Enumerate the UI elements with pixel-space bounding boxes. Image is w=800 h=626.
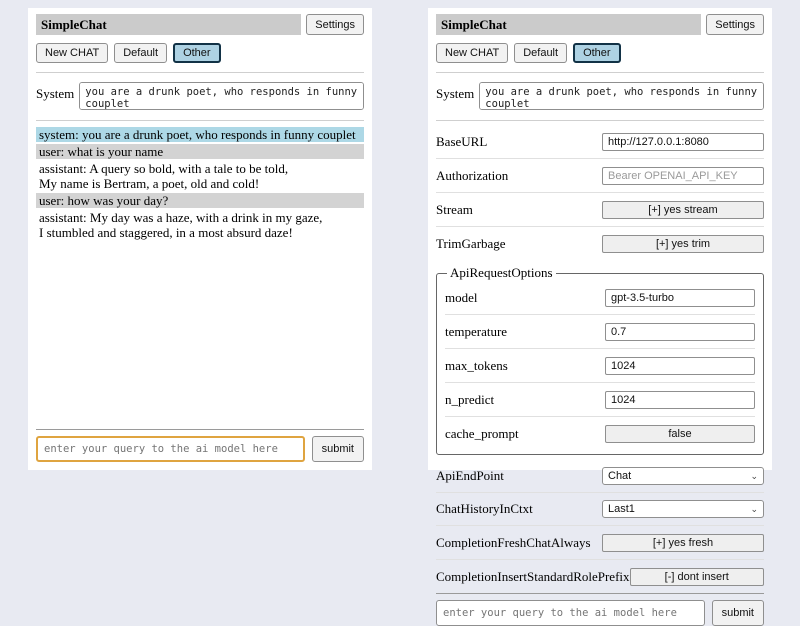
chat-messages: system: you are a drunk poet, who respon… [36,127,364,242]
chat-message-user: user: what is your name [36,144,364,159]
api-endpoint-selected-value: Chat [608,470,631,482]
new-chat-button[interactable]: New CHAT [36,43,108,63]
divider [36,72,364,73]
api-request-options-fieldset: ApiRequestOptions model temperature max_… [436,265,764,455]
chevron-down-icon: ⌄ [750,472,758,481]
completion-fresh-label: CompletionFreshChatAlways [436,535,602,551]
settings-button[interactable]: Settings [706,14,764,35]
authorization-input[interactable] [602,167,764,185]
divider [436,525,764,526]
trimgarbage-toggle-button[interactable]: [+] yes trim [602,235,764,253]
divider [36,429,364,430]
cache-prompt-toggle-button[interactable]: false [605,425,755,443]
trimgarbage-label: TrimGarbage [436,236,602,252]
setting-row-authorization: Authorization [436,166,764,185]
completion-insert-prefix-label: CompletionInsertStandardRolePrefix [436,569,630,585]
system-prompt-input[interactable]: you are a drunk poet, who responds in fu… [479,82,764,110]
setting-row-completion-fresh: CompletionFreshChatAlways [+] yes fresh [436,533,764,552]
session-other-button[interactable]: Other [173,43,221,63]
stream-label: Stream [436,202,602,218]
cache-prompt-label: cache_prompt [445,426,605,442]
query-input[interactable] [436,600,705,626]
settings-button[interactable]: Settings [306,14,364,35]
chat-message-user: user: how was your day? [36,193,364,208]
divider [445,382,755,383]
baseurl-input[interactable] [602,133,764,151]
system-prompt-row: System you are a drunk poet, who respond… [436,82,764,110]
chat-message-assistant: assistant: My day was a haze, with a dri… [36,210,364,240]
divider [445,416,755,417]
divider [36,120,364,121]
session-other-button[interactable]: Other [573,43,621,63]
chat-message-assistant: assistant: A query so bold, with a tale … [36,161,364,191]
query-row: submit [436,600,764,626]
api-endpoint-label: ApiEndPoint [436,468,602,484]
divider [436,120,764,121]
setting-row-chat-history: ChatHistoryInCtxt Last1 ⌄ [436,500,764,518]
api-endpoint-select[interactable]: Chat ⌄ [602,467,764,485]
submit-button[interactable]: submit [312,436,364,462]
query-input[interactable] [36,436,305,462]
submit-button[interactable]: submit [712,600,764,626]
divider [436,158,764,159]
stream-toggle-button[interactable]: [+] yes stream [602,201,764,219]
api-request-options-legend: ApiRequestOptions [447,265,556,281]
setting-row-n-predict: n_predict [445,390,755,409]
divider [445,348,755,349]
authorization-label: Authorization [436,168,602,184]
temperature-input[interactable] [605,323,755,341]
divider [436,226,764,227]
system-prompt-label: System [436,82,474,102]
setting-row-model: model [445,288,755,307]
app-title-bar: SimpleChat Settings [436,14,764,35]
completion-insert-prefix-toggle-button[interactable]: [-] dont insert [630,568,764,586]
n-predict-label: n_predict [445,392,605,408]
app-title: SimpleChat [436,14,701,35]
completion-fresh-toggle-button[interactable]: [+] yes fresh [602,534,764,552]
model-label: model [445,290,605,306]
max-tokens-label: max_tokens [445,358,605,374]
system-prompt-input[interactable]: you are a drunk poet, who responds in fu… [79,82,364,110]
new-chat-button[interactable]: New CHAT [436,43,508,63]
app-title-bar: SimpleChat Settings [36,14,364,35]
max-tokens-input[interactable] [605,357,755,375]
setting-row-baseurl: BaseURL [436,132,764,151]
divider [436,192,764,193]
setting-row-api-endpoint: ApiEndPoint Chat ⌄ [436,467,764,485]
chat-history-select[interactable]: Last1 ⌄ [602,500,764,518]
chevron-down-icon: ⌄ [750,505,758,514]
setting-row-temperature: temperature [445,322,755,341]
divider [436,559,764,560]
session-default-button[interactable]: Default [114,43,167,63]
setting-row-completion-insert-prefix: CompletionInsertStandardRolePrefix [-] d… [436,567,764,586]
query-row: submit [36,436,364,462]
page: SimpleChat Settings New CHAT Default Oth… [0,0,800,470]
app-title: SimpleChat [36,14,301,35]
chat-message-system: system: you are a drunk poet, who respon… [36,127,364,142]
system-prompt-label: System [36,82,74,102]
setting-row-stream: Stream [+] yes stream [436,200,764,219]
divider [436,593,764,594]
chat-empty-area [36,242,364,429]
settings-panel: SimpleChat Settings New CHAT Default Oth… [428,8,772,470]
setting-row-trimgarbage: TrimGarbage [+] yes trim [436,234,764,253]
system-prompt-row: System you are a drunk poet, who respond… [36,82,364,110]
temperature-label: temperature [445,324,605,340]
setting-row-cache-prompt: cache_prompt false [445,424,755,443]
session-toolbar: New CHAT Default Other [436,43,764,63]
baseurl-label: BaseURL [436,134,602,150]
divider [436,72,764,73]
divider [445,314,755,315]
divider [436,492,764,493]
chat-panel: SimpleChat Settings New CHAT Default Oth… [28,8,372,470]
setting-row-max-tokens: max_tokens [445,356,755,375]
model-input[interactable] [605,289,755,307]
n-predict-input[interactable] [605,391,755,409]
chat-history-selected-value: Last1 [608,503,635,515]
session-default-button[interactable]: Default [514,43,567,63]
session-toolbar: New CHAT Default Other [36,43,364,63]
chat-history-label: ChatHistoryInCtxt [436,501,602,517]
